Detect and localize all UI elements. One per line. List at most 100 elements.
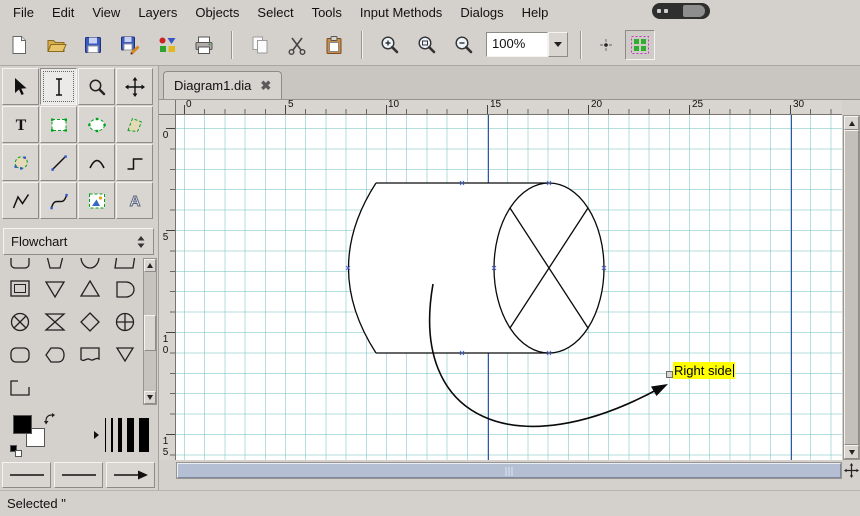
line-style-selector[interactable] <box>54 462 103 488</box>
save-floppy-icon <box>85 36 101 53</box>
shape-extract[interactable] <box>72 272 107 305</box>
horizontal-scrollbar[interactable] <box>176 462 842 479</box>
line-width-option[interactable] <box>139 418 149 452</box>
zoom-out-button[interactable] <box>449 30 479 60</box>
tool-modify[interactable] <box>2 68 39 105</box>
zoom-fit-button[interactable] <box>412 30 442 60</box>
ruler-corner <box>159 100 176 115</box>
shape-double-box[interactable] <box>2 272 37 305</box>
line-width-option[interactable] <box>111 418 113 452</box>
print-button[interactable] <box>189 30 219 60</box>
shape-button-clipped[interactable] <box>2 258 37 272</box>
line-width-selector[interactable] <box>94 415 152 455</box>
default-colors-button[interactable] <box>10 445 23 458</box>
menu-layers[interactable]: Layers <box>129 2 186 23</box>
end-arrow-selector[interactable] <box>106 462 155 488</box>
tool-image[interactable] <box>78 182 115 219</box>
text-annotation[interactable]: Right side <box>673 362 735 379</box>
menu-select[interactable]: Select <box>248 2 302 23</box>
begin-arrow-selector[interactable] <box>2 462 51 488</box>
toolbar-separator <box>231 30 233 59</box>
scroll-up-button[interactable] <box>844 116 859 130</box>
toolbox-panel: T A Flowchart <box>0 66 158 490</box>
shape-sort[interactable] <box>72 305 107 338</box>
text-edit-ibeam-icon <box>55 77 62 96</box>
tool-line[interactable] <box>40 144 77 181</box>
menu-tools[interactable]: Tools <box>303 2 351 23</box>
zoom-in-button[interactable] <box>375 30 405 60</box>
cut-button[interactable] <box>282 30 312 60</box>
line-tool-icon <box>50 154 67 171</box>
shape-rounded-box[interactable] <box>2 338 37 371</box>
export-button[interactable] <box>152 30 182 60</box>
copy-button[interactable] <box>245 30 275 60</box>
tool-zigzagline[interactable] <box>116 144 153 181</box>
scrollbar-thumb[interactable] <box>844 130 859 445</box>
paste-button[interactable] <box>319 30 349 60</box>
pan-canvas-button[interactable] <box>843 462 860 479</box>
scroll-down-button[interactable] <box>844 445 859 459</box>
swap-colors-icon[interactable] <box>43 412 56 425</box>
scrollbar-thumb[interactable] <box>177 463 841 478</box>
scrollbar-thumb[interactable] <box>144 315 156 351</box>
snap-to-grid-toggle[interactable] <box>625 29 655 60</box>
shape-palette-scrollbar[interactable] <box>143 258 157 405</box>
shape-button-clipped[interactable] <box>107 258 142 272</box>
tool-bezierline[interactable] <box>40 182 77 219</box>
menu-input-methods[interactable]: Input Methods <box>351 2 451 23</box>
tool-polyline[interactable] <box>2 182 39 219</box>
menu-view[interactable]: View <box>83 2 129 23</box>
tool-arc[interactable] <box>78 144 115 181</box>
snap-to-objects-toggle[interactable] <box>594 33 618 57</box>
shape-delay[interactable] <box>107 272 142 305</box>
line-width-marker-icon <box>94 431 99 439</box>
color-selector[interactable] <box>10 412 56 458</box>
zoom-dropdown-button[interactable] <box>548 32 568 57</box>
shape-display[interactable] <box>37 338 72 371</box>
tool-polygon[interactable] <box>116 106 153 143</box>
tool-text-edit[interactable] <box>40 68 77 105</box>
tool-ellipse[interactable] <box>78 106 115 143</box>
sheet-selector[interactable]: Flowchart <box>3 228 154 255</box>
annotation-handle[interactable] <box>666 371 673 378</box>
scroll-down-button[interactable] <box>144 391 156 404</box>
shape-merge[interactable] <box>37 272 72 305</box>
zoom-level-value[interactable]: 100% <box>486 32 548 57</box>
save-as-button[interactable] <box>115 30 145 60</box>
shape-palette <box>0 258 158 405</box>
menu-help[interactable]: Help <box>513 2 558 23</box>
tool-magnify[interactable] <box>78 68 115 105</box>
line-width-option[interactable] <box>127 418 134 452</box>
tab-diagram1[interactable]: Diagram1.dia ✖ <box>163 71 283 99</box>
diagram-canvas[interactable]: Right side <box>176 115 842 460</box>
line-width-option[interactable] <box>118 418 122 452</box>
shape-open-frame[interactable] <box>2 371 37 404</box>
tool-text[interactable]: T <box>2 106 39 143</box>
shape-merge-small[interactable] <box>107 338 142 371</box>
tool-box[interactable] <box>40 106 77 143</box>
line-width-option[interactable] <box>105 418 106 452</box>
scroll-up-button[interactable] <box>144 259 156 272</box>
tool-outline[interactable]: A <box>116 182 153 219</box>
new-document-button[interactable] <box>4 30 34 60</box>
shape-button-clipped[interactable] <box>72 258 107 272</box>
zoom-level-combo[interactable]: 100% <box>486 32 568 57</box>
shape-button-clipped[interactable] <box>37 258 72 272</box>
foreground-color-swatch[interactable] <box>13 415 32 434</box>
shape-or[interactable] <box>107 305 142 338</box>
tab-close-icon[interactable]: ✖ <box>260 79 271 92</box>
menu-edit[interactable]: Edit <box>43 2 83 23</box>
save-diagram-button[interactable] <box>78 30 108 60</box>
tool-beziergon[interactable] <box>2 144 39 181</box>
shape-summing-junction[interactable] <box>2 305 37 338</box>
menu-dialogs[interactable]: Dialogs <box>451 2 512 23</box>
vertical-scrollbar[interactable] <box>843 115 860 460</box>
menu-objects[interactable]: Objects <box>186 2 248 23</box>
shape-tape[interactable] <box>72 338 107 371</box>
open-diagram-button[interactable] <box>41 30 71 60</box>
toolbar-separator <box>580 30 582 59</box>
shape-collate[interactable] <box>37 305 72 338</box>
window-controls[interactable] <box>652 3 710 19</box>
tool-scroll[interactable] <box>116 68 153 105</box>
menu-file[interactable]: File <box>4 2 43 23</box>
